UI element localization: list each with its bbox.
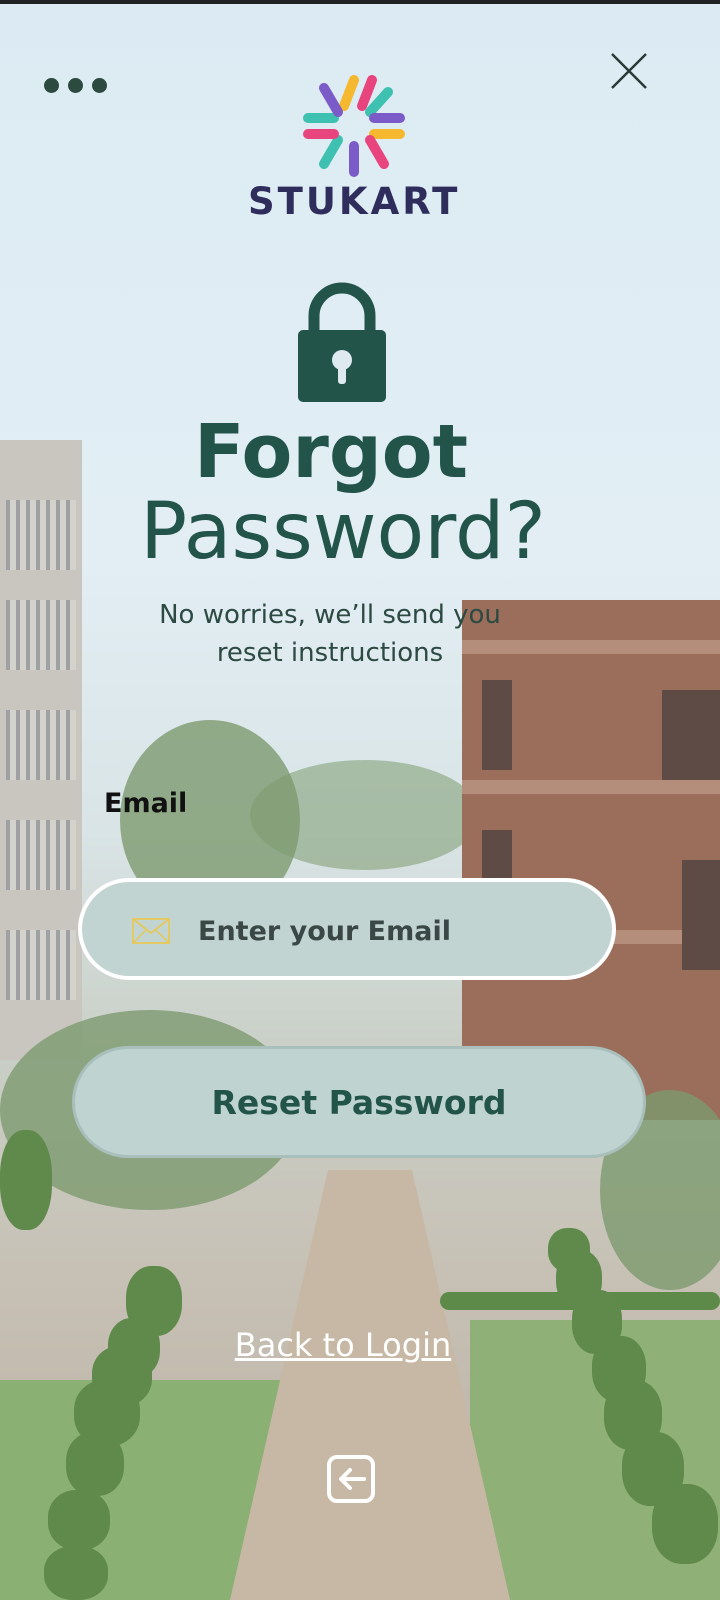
title-line-2: Password? [140,487,546,577]
tree-group [250,760,480,870]
subtitle: No worries, we’ll send you reset instruc… [159,600,501,668]
back-to-login-link[interactable]: Back to Login [200,1326,486,1364]
lock-icon [298,282,386,402]
email-field[interactable] [78,878,616,980]
dot [68,77,83,93]
email-label: Email [104,788,188,819]
exit-icon[interactable] [326,1454,376,1504]
shrub [66,1432,124,1496]
mail-icon [132,918,170,944]
status-strip [0,0,720,4]
close-icon[interactable] [604,46,652,94]
reset-password-button[interactable]: Reset Password [72,1046,646,1158]
shrub [652,1484,718,1564]
building-right [462,600,720,1120]
shrub [44,1546,108,1600]
email-input[interactable] [196,904,580,958]
logo-mark-icon [303,75,405,177]
dot [44,77,59,93]
stukart-logo: STUKART [248,72,461,223]
shrub [0,1130,52,1230]
shrub [48,1490,110,1550]
dot [92,77,107,93]
brand-name: STUKART [248,180,461,223]
more-dots-icon[interactable] [44,74,108,96]
